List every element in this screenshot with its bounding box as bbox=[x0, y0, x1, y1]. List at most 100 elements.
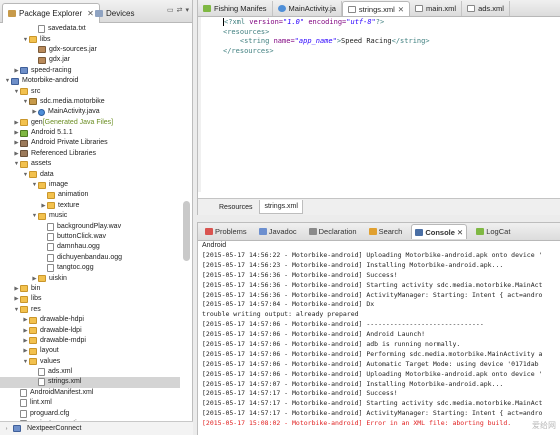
tab-resources[interactable]: Resources bbox=[214, 200, 257, 214]
code-area[interactable]: <?xml version="1.0" encoding="utf-8"?> <… bbox=[198, 17, 560, 192]
tree-item[interactable]: damnhau.ogg bbox=[0, 242, 180, 252]
tree-item[interactable]: ▼ assets bbox=[0, 159, 180, 169]
tree-item[interactable]: strings.xml bbox=[0, 377, 180, 388]
tab-strings-xml-source[interactable]: strings.xml bbox=[259, 200, 303, 214]
tree-item[interactable]: ▶ drawable-hdpi bbox=[0, 315, 180, 325]
tree-item[interactable]: lint.xml bbox=[0, 398, 180, 408]
expand-icon[interactable]: ▶ bbox=[31, 107, 38, 117]
tree-item[interactable]: proguard.cfg bbox=[0, 408, 180, 418]
tab-devices[interactable]: Devices bbox=[90, 3, 139, 23]
folder-icon bbox=[20, 306, 28, 314]
tab-logcat[interactable]: LogCat bbox=[473, 224, 513, 239]
tree-item[interactable]: ▶ speed-racing bbox=[0, 66, 180, 76]
tree-item[interactable]: ▶ libs bbox=[0, 294, 180, 304]
tree-item[interactable]: ▼ music bbox=[0, 211, 180, 221]
collapse-icon[interactable]: ▼ bbox=[13, 87, 20, 97]
tree-item-label: Android 5.1.1 bbox=[31, 129, 73, 137]
collapse-icon[interactable]: ▼ bbox=[13, 159, 20, 169]
tree-item[interactable]: ▶ bin bbox=[0, 284, 180, 294]
expand-icon[interactable]: ▶ bbox=[13, 118, 20, 128]
tree-item[interactable]: backgroundPlay.wav bbox=[0, 221, 180, 231]
close-icon[interactable]: ✕ bbox=[398, 5, 404, 14]
string-text: Speed Racing bbox=[341, 37, 392, 45]
tab-declaration[interactable]: Declaration bbox=[306, 224, 360, 239]
tree-item[interactable]: buttonClick.wav bbox=[0, 232, 180, 242]
collapse-all-icon[interactable]: ▭ bbox=[167, 6, 174, 14]
collapse-icon[interactable]: ▼ bbox=[22, 357, 29, 367]
collapse-icon[interactable]: ▼ bbox=[22, 170, 29, 180]
view-menu-icon[interactable]: ▾ bbox=[185, 6, 189, 14]
tab-javadoc[interactable]: Javadoc bbox=[256, 224, 300, 239]
tab-problems[interactable]: Problems bbox=[202, 224, 250, 239]
editor-tab-fishing-manifest[interactable]: Fishing Manifes bbox=[198, 1, 273, 16]
collapse-icon[interactable]: ▼ bbox=[13, 305, 20, 315]
expand-icon[interactable]: ▶ bbox=[13, 128, 20, 138]
view-toolbar: ▭ ⇄ ▾ bbox=[167, 6, 189, 14]
collapse-icon[interactable]: ▼ bbox=[22, 97, 29, 107]
editor-tab-main-xml[interactable]: main.xml bbox=[410, 1, 463, 16]
tree-item[interactable]: ▼ values bbox=[0, 357, 180, 367]
tree-item[interactable]: ▼ sdc.media.motorbike bbox=[0, 97, 180, 107]
tree-item[interactable]: ▶ gen [Generated Java Files] bbox=[0, 118, 180, 128]
tree-item[interactable]: ▶ Android Private Libraries bbox=[0, 138, 180, 148]
expand-icon[interactable]: › bbox=[3, 426, 10, 432]
tree-item[interactable]: ▼ image bbox=[0, 180, 180, 190]
tree-item[interactable]: ▼ data bbox=[0, 169, 180, 179]
file-icon bbox=[47, 264, 54, 273]
expand-icon[interactable]: ▶ bbox=[13, 294, 20, 304]
collapse-icon[interactable]: ▼ bbox=[31, 180, 38, 190]
tree-item[interactable]: gdx.jar bbox=[0, 55, 180, 65]
tree-item[interactable]: ▼ libs bbox=[0, 34, 180, 44]
android-icon bbox=[20, 129, 28, 137]
link-editor-icon[interactable]: ⇄ bbox=[177, 6, 183, 14]
tree-item[interactable]: ▶ MainActivity.java bbox=[0, 107, 180, 117]
tree-item[interactable]: ▶ texture bbox=[0, 201, 180, 211]
tab-console[interactable]: Console ✕ bbox=[411, 224, 468, 239]
tree-item[interactable]: ▶ Referenced Libraries bbox=[0, 149, 180, 159]
tree-scrollbar[interactable] bbox=[183, 26, 190, 419]
tree-item[interactable]: dichuyenbandau.ogg bbox=[0, 253, 180, 263]
tree-item[interactable]: ▶ drawable-ldpi bbox=[0, 325, 180, 335]
tree-item[interactable]: ▼ Motorbike-android bbox=[0, 76, 180, 86]
tree-item[interactable]: tangtoc.ogg bbox=[0, 263, 180, 273]
tab-package-explorer[interactable]: Package Explorer ✕ bbox=[2, 3, 100, 23]
tab-label: Fishing Manifes bbox=[214, 4, 267, 13]
tab-label: ads.xml bbox=[478, 4, 504, 13]
tree-item[interactable]: savedata.txt bbox=[0, 24, 180, 34]
expand-icon[interactable]: ▶ bbox=[13, 284, 20, 294]
tree-item[interactable]: AndroidManifest.xml bbox=[0, 388, 180, 398]
tree-item[interactable]: ▶ uiskin bbox=[0, 273, 180, 283]
expand-icon[interactable]: ▶ bbox=[22, 336, 29, 346]
tree-item[interactable]: ▶ drawable-mdpi bbox=[0, 336, 180, 346]
expand-icon[interactable]: ▶ bbox=[13, 138, 20, 148]
collapse-icon[interactable]: ▼ bbox=[31, 211, 38, 221]
editor-tab-mainactivity[interactable]: MainActivity.ja bbox=[273, 1, 342, 16]
console-line: [2015-05-17 14:57:17 - Motorbike-android… bbox=[202, 409, 543, 418]
eclipse-window: Package Explorer ✕ Devices ▭ ⇄ ▾ savedat… bbox=[0, 0, 560, 435]
tree-item[interactable]: ▼ src bbox=[0, 86, 180, 96]
tree-item[interactable]: ▶ layout bbox=[0, 346, 180, 356]
tree-item[interactable]: ads.xml bbox=[0, 367, 180, 377]
tab-search[interactable]: Search bbox=[366, 224, 406, 239]
pi-close: ?> bbox=[375, 18, 385, 26]
close-icon[interactable]: ✕ bbox=[457, 228, 463, 237]
expand-icon[interactable]: ▶ bbox=[22, 326, 29, 336]
collapse-icon[interactable]: ▼ bbox=[4, 76, 11, 86]
tree-item[interactable]: ▶ Android 5.1.1 bbox=[0, 128, 180, 138]
editor-tab-strings-xml[interactable]: strings.xml ✕ bbox=[341, 1, 411, 16]
expand-icon[interactable]: ▶ bbox=[13, 149, 20, 159]
tree-item[interactable]: gdx-sources.jar bbox=[0, 45, 180, 55]
console-output[interactable]: [2015-05-17 14:56:22 - Motorbike-android… bbox=[198, 251, 560, 429]
tree-footer-item[interactable]: › NextpeerConnect bbox=[0, 421, 193, 435]
collapse-icon[interactable]: ▼ bbox=[22, 35, 29, 45]
scrollbar-thumb[interactable] bbox=[183, 201, 190, 261]
expand-icon[interactable]: ▶ bbox=[13, 66, 20, 76]
tree-item[interactable]: animation bbox=[0, 190, 180, 200]
expand-icon[interactable]: ▶ bbox=[31, 274, 38, 284]
tree-item[interactable]: ▼ res bbox=[0, 305, 180, 315]
xml-icon bbox=[20, 388, 27, 397]
editor-tab-ads-xml[interactable]: ads.xml bbox=[462, 1, 510, 16]
expand-icon[interactable]: ▶ bbox=[40, 201, 47, 211]
expand-icon[interactable]: ▶ bbox=[22, 346, 29, 356]
expand-icon[interactable]: ▶ bbox=[22, 315, 29, 325]
